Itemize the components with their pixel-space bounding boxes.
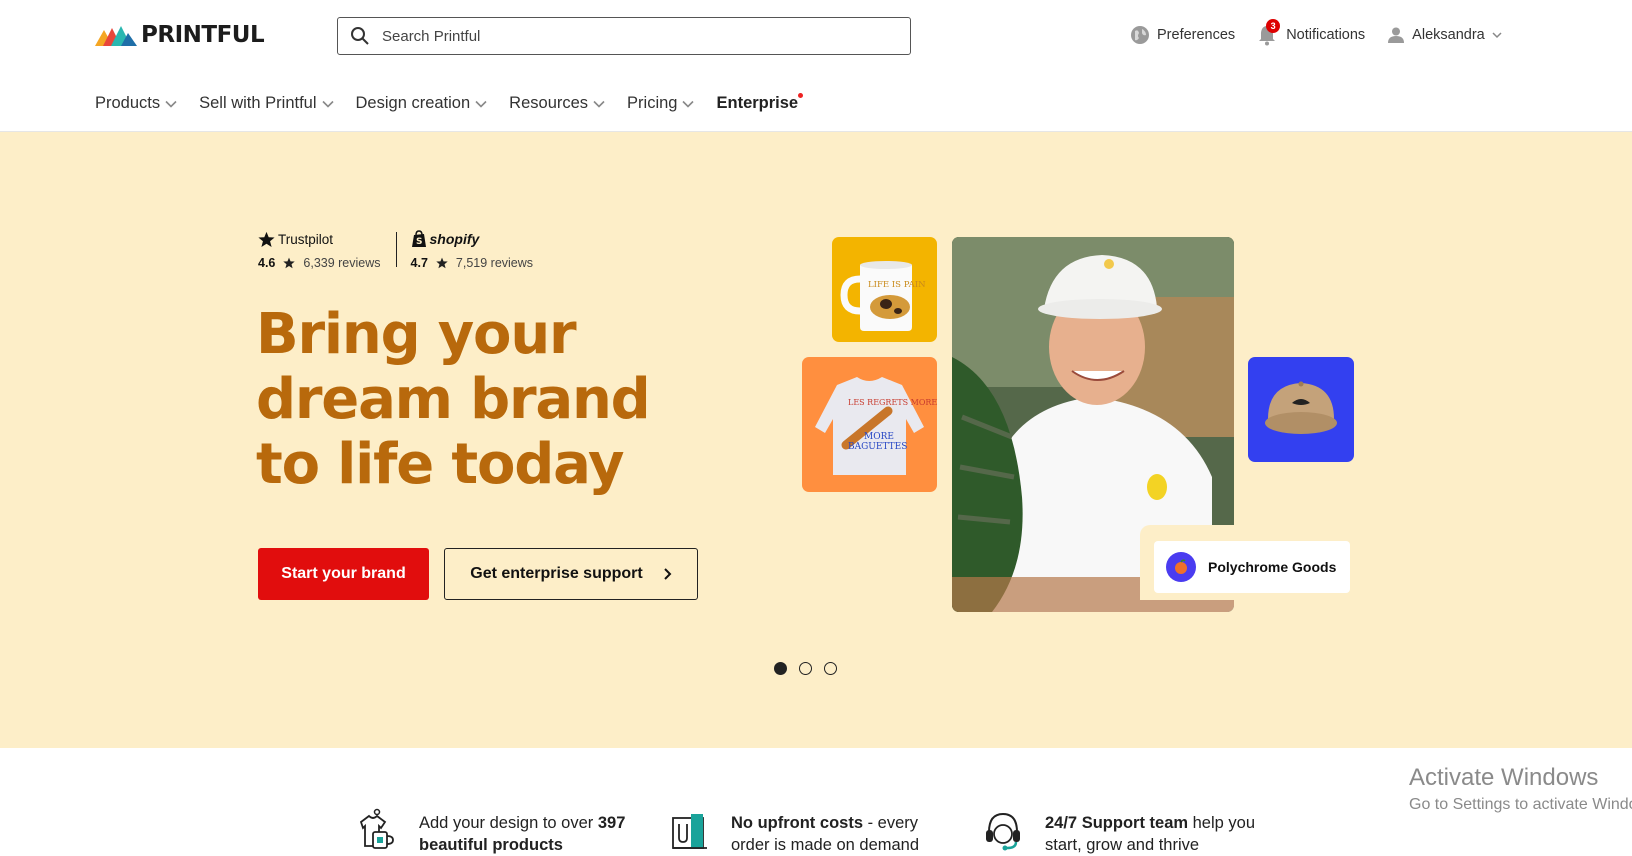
logo-mark-icon [95,26,137,46]
shopify-rating[interactable]: S shopify 4.7 7,519 reviews [410,229,534,270]
store-badge[interactable]: Polychrome Goods [1154,541,1350,593]
main-navigation: Products Sell with Printful Design creat… [0,84,1632,132]
hero-banner: Trustpilot 4.6 6,339 reviews S shopify 4… [0,132,1632,748]
nav-label: Resources [509,94,589,112]
globe-icon [1131,26,1149,44]
trustpilot-brand: Trustpilot [278,231,334,247]
feature-support-text: 24/7 Support team help you start, grow a… [1045,814,1256,854]
sweatshirt-text: LES REGRETS MORE BAGUETTES [848,398,937,407]
headset-icon [986,812,1020,851]
carousel-dot-3[interactable] [824,662,837,675]
logo-text: PRINTFUL [141,22,265,48]
header-utilities: Preferences 3 Notifications Aleksandra [1130,19,1524,46]
nav-label: Products [95,94,161,112]
hero-title: Bring your dream brand to life today [256,302,651,497]
nav-pricing[interactable]: Pricing [627,94,695,113]
trustpilot-score: 4.6 [258,256,276,270]
nav-products[interactable]: Products [95,94,177,113]
mug-product-tile: LIFE IS PAIN [832,237,937,342]
user-menu[interactable]: Aleksandra [1387,26,1502,44]
chevron-down-icon [321,100,334,108]
activate-windows-watermark: Activate Windows Go to Settings to activ… [1409,764,1632,814]
chevron-down-icon [1492,32,1502,39]
carousel-dot-2[interactable] [799,662,812,675]
features-section: Add your design to over 397 beautiful pr… [0,748,1632,856]
shopify-reviews: 7,519 reviews [455,256,534,270]
feature-products-text: Add your design to over 397 beautiful pr… [419,814,626,854]
sweatshirt-image: LES REGRETS MORE BAGUETTES MORE BAGUETTE… [815,377,937,475]
search-bar[interactable] [337,17,911,55]
top-header: PRINTFUL Preferences 3 Noti [0,0,1632,70]
svg-text:BAGUETTES: BAGUETTES [848,442,907,452]
feature-no-upfront-costs: No upfront costs - every order is made o… [669,812,931,856]
nav-label: Enterprise [716,94,799,112]
shopify-bag-icon: S [411,230,426,247]
enterprise-support-label: Get enterprise support [470,565,643,582]
preferences-label: Preferences [1157,27,1236,43]
cap-product-tile [1248,357,1354,462]
nav-resources[interactable]: Resources [509,94,605,113]
nav-design-creation[interactable]: Design creation [356,94,488,113]
svg-text:S: S [416,237,422,247]
nav-sell-with-printful[interactable]: Sell with Printful [199,94,334,113]
chevron-down-icon [593,100,605,108]
watermark-title: Activate Windows [1409,764,1599,791]
notification-count-badge: 3 [1266,19,1281,33]
trustpilot-reviews: 6,339 reviews [303,256,381,270]
user-icon [1388,27,1405,43]
preferences-button[interactable]: Preferences [1130,25,1235,45]
shopify-score: 4.7 [410,256,428,270]
feature-no-upfront-costs-text: No upfront costs - every order is made o… [731,814,920,854]
store-name: Polychrome Goods [1208,559,1337,575]
ratings-divider [395,232,397,267]
get-enterprise-support-button[interactable]: Get enterprise support [444,548,698,600]
star-icon [283,257,296,269]
nav-label: Sell with Printful [199,94,317,112]
shopping-bag-icon [672,814,707,849]
sweatshirt-product-tile: LES REGRETS MORE BAGUETTES MORE BAGUETTE… [802,357,937,492]
chevron-right-icon [664,568,672,580]
notifications-button[interactable]: 3 Notifications [1257,19,1366,46]
star-icon [258,231,275,247]
start-your-brand-button[interactable]: Start your brand [258,548,429,600]
tshirt-mug-icon [359,808,394,849]
feature-support: 24/7 Support team help you start, grow a… [983,812,1275,856]
svg-text:MORE: MORE [864,432,894,442]
feature-products: Add your design to over 397 beautiful pr… [357,808,639,856]
watermark-subtitle: Go to Settings to activate Windows. [1409,796,1632,813]
search-icon [351,27,369,45]
notifications-label: Notifications [1286,27,1366,43]
user-name: Aleksandra [1412,27,1485,43]
search-input[interactable] [382,27,862,45]
carousel-dot-1[interactable] [774,662,787,675]
chevron-down-icon [475,100,487,108]
mug-text: LIFE IS PAIN [868,280,926,290]
shopify-brand: shopify [429,231,480,247]
ratings-row: Trustpilot 4.6 6,339 reviews S shopify 4… [258,229,533,270]
cap-image [1265,381,1337,434]
carousel-dots [774,662,837,675]
bell-wrapper: 3 [1257,19,1281,46]
nav-label: Pricing [627,94,678,112]
star-icon [436,257,448,269]
nav-enterprise[interactable]: Enterprise [716,93,804,113]
store-logo-icon [1166,552,1196,582]
trustpilot-rating[interactable]: Trustpilot 4.6 6,339 reviews [258,229,381,270]
mug-image: LIFE IS PAIN [840,261,926,331]
store-card: Polychrome Goods [1140,525,1352,600]
new-indicator-dot [798,93,804,98]
chevron-down-icon [165,100,177,108]
chevron-down-icon [682,100,695,108]
printful-logo[interactable]: PRINTFUL [95,22,265,48]
nav-label: Design creation [355,94,471,112]
